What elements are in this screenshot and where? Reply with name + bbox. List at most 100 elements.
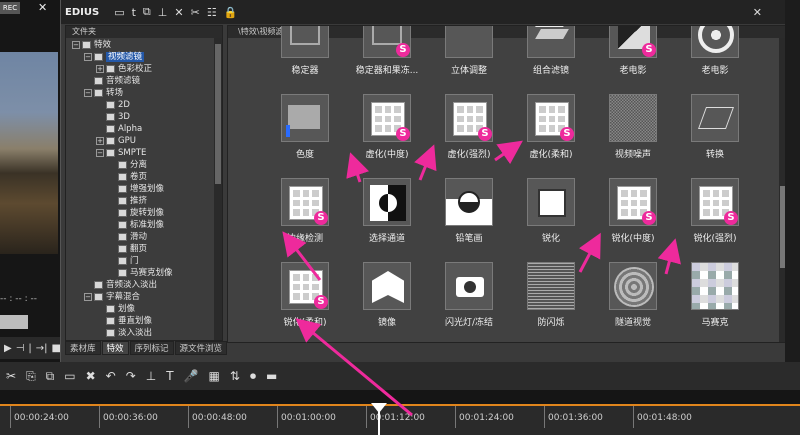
expand-icon[interactable]: + bbox=[96, 64, 104, 73]
effect-label: 锐化(柔和) bbox=[283, 318, 327, 328]
effect-item[interactable]: S 锐化(柔和) bbox=[265, 262, 345, 342]
tree-item[interactable]: 旋转划像 bbox=[108, 207, 164, 219]
tree-item[interactable]: 马赛克划像 bbox=[108, 267, 173, 279]
timeline-ruler[interactable]: 00:00:24:00 00:00:36:00 00:00:48:00 00:01:0… bbox=[0, 404, 800, 435]
timeline-tool-icon[interactable]: ▬ bbox=[266, 369, 277, 383]
effect-item[interactable]: 铅笔画 bbox=[429, 178, 509, 258]
tree-item[interactable]: − 转场 bbox=[84, 87, 123, 99]
mark-in-icon[interactable]: ⊣ bbox=[16, 343, 25, 354]
timeline-tool-icon[interactable]: ⏺ bbox=[250, 369, 256, 384]
effect-item[interactable]: 镜像 bbox=[347, 262, 427, 342]
effect-item[interactable]: 视频噪声 bbox=[593, 94, 673, 174]
effect-label: 老电影 bbox=[619, 66, 647, 76]
text-icon[interactable]: t bbox=[132, 6, 136, 19]
tab[interactable]: 序列标记 bbox=[129, 341, 174, 355]
effect-label: 选择通道 bbox=[368, 234, 405, 244]
timeline-tool-icon[interactable]: 🎤 bbox=[184, 369, 199, 383]
effect-item[interactable]: 3D 立体调整 bbox=[429, 26, 509, 90]
timeline-tool-icon[interactable]: ▭ bbox=[64, 369, 75, 383]
tab[interactable]: 源文件浏览 bbox=[174, 341, 228, 355]
effect-item[interactable]: 稳定器 bbox=[265, 26, 345, 90]
effect-item[interactable]: S 虚化(中度) bbox=[347, 94, 427, 174]
timeline-tool-icon[interactable]: ✖ bbox=[86, 369, 96, 383]
timeline-strip bbox=[0, 390, 800, 404]
folder-scroll-thumb[interactable] bbox=[215, 44, 221, 184]
tree-item[interactable]: − 字幕混合 bbox=[84, 291, 140, 303]
collapse-icon[interactable]: − bbox=[84, 292, 92, 301]
close-icon[interactable]: ✕ bbox=[753, 6, 762, 19]
lock-icon[interactable]: 🔒 bbox=[224, 6, 238, 19]
import-icon[interactable]: ⊥ bbox=[158, 6, 168, 19]
tree-item[interactable]: − 特效 bbox=[72, 39, 111, 51]
tree-item[interactable]: 3D bbox=[96, 111, 130, 123]
preview-slider[interactable] bbox=[0, 315, 28, 329]
expand-icon[interactable]: + bbox=[96, 136, 104, 145]
tree-item[interactable]: 音频淡入淡出 bbox=[84, 279, 157, 291]
collapse-icon[interactable]: − bbox=[84, 52, 92, 61]
tree-item[interactable]: − SMPTE bbox=[96, 147, 146, 159]
folder-icon bbox=[118, 208, 127, 217]
tree-item[interactable]: Alpha bbox=[96, 123, 142, 135]
effect-item[interactable]: S 锐化(中度) bbox=[593, 178, 673, 258]
timeline-tool-icon[interactable]: ⎘ bbox=[26, 369, 36, 384]
tree-item[interactable]: 翻页 bbox=[108, 243, 147, 255]
effect-item[interactable]: S 稳定器和果冻... bbox=[347, 26, 427, 90]
effect-item[interactable]: S 锐化(强烈) bbox=[675, 178, 755, 258]
timeline-tool-icon[interactable]: ⇅ bbox=[230, 369, 240, 383]
collapse-icon[interactable]: − bbox=[72, 40, 80, 49]
folder-pane-header: 文件夹 bbox=[66, 26, 222, 38]
effect-item[interactable]: 防闪烁 bbox=[511, 262, 591, 342]
cut-icon[interactable]: ✂ bbox=[191, 6, 200, 19]
tree-item[interactable]: + 色彩校正 bbox=[96, 63, 152, 75]
timeline-tool-icon[interactable]: ⧉ bbox=[46, 369, 55, 384]
timeline-tool-icon[interactable]: ▦ bbox=[209, 369, 220, 383]
effect-item[interactable]: 隧道视觉 bbox=[593, 262, 673, 342]
tree-item[interactable]: 音频滤镜 bbox=[84, 75, 140, 87]
close-icon[interactable]: ✕ bbox=[38, 2, 52, 14]
tree-item[interactable]: 垂直划像 bbox=[96, 315, 152, 327]
grid-icon[interactable]: ☷ bbox=[207, 6, 217, 19]
timeline-tool-icon[interactable]: ⊥ bbox=[146, 369, 156, 383]
tree-item[interactable]: 2D bbox=[96, 99, 130, 111]
effect-item[interactable]: 选择通道 bbox=[347, 178, 427, 258]
tree-item[interactable]: 淡入淡出 bbox=[96, 327, 152, 339]
effect-item[interactable]: 闪光灯/冻结 bbox=[429, 262, 509, 342]
chroma-icon bbox=[281, 94, 329, 142]
collapse-icon[interactable]: − bbox=[96, 148, 104, 157]
folder-icon[interactable]: ▭ bbox=[114, 6, 124, 19]
tree-item[interactable]: 划像 bbox=[96, 303, 135, 315]
timeline-tool-icon[interactable]: ↷ bbox=[126, 369, 136, 383]
next-icon[interactable]: →| bbox=[36, 343, 48, 354]
folder-icon bbox=[94, 76, 103, 85]
effect-item[interactable]: 锐化 bbox=[511, 178, 591, 258]
tree-item[interactable]: 门 bbox=[108, 255, 139, 267]
playhead-handle-icon[interactable] bbox=[371, 403, 387, 413]
timeline-tool-icon[interactable]: ↶ bbox=[106, 369, 116, 383]
tree-item[interactable]: 滑动 bbox=[108, 231, 147, 243]
timeline-tool-icon[interactable]: T bbox=[166, 369, 173, 383]
delete-icon[interactable]: ✕ bbox=[174, 6, 183, 19]
effect-item[interactable]: 老电影 bbox=[675, 26, 755, 90]
tree-item[interactable]: 标准划像 bbox=[108, 219, 164, 231]
effect-item[interactable]: S 虚化(柔和) bbox=[511, 94, 591, 174]
tab[interactable]: 特效 bbox=[101, 341, 129, 355]
effect-item[interactable]: S 老电影 bbox=[593, 26, 673, 90]
effect-item[interactable]: 马赛克 bbox=[675, 262, 755, 342]
effect-item[interactable]: S 边缘检测 bbox=[265, 178, 345, 258]
tree-item[interactable]: 推挤 bbox=[108, 195, 147, 207]
timeline-tool-icon[interactable]: ✂ bbox=[6, 369, 16, 383]
effect-item[interactable]: 组合滤镜 bbox=[511, 26, 591, 90]
effect-item[interactable]: 转换 bbox=[675, 94, 755, 174]
effect-item[interactable]: S 虚化(强烈) bbox=[429, 94, 509, 174]
play-icon[interactable]: ▶ bbox=[4, 343, 12, 354]
tree-item[interactable]: 卷页 bbox=[108, 171, 147, 183]
tree-item[interactable]: 增强划像 bbox=[108, 183, 164, 195]
effect-item[interactable]: 色度 bbox=[265, 94, 345, 174]
folder-icon bbox=[118, 268, 127, 277]
copy-icon[interactable]: ⧉ bbox=[143, 5, 151, 19]
tree-item[interactable]: − 视频滤镜 bbox=[84, 51, 145, 63]
tree-item[interactable]: 分离 bbox=[108, 159, 147, 171]
collapse-icon[interactable]: − bbox=[84, 88, 92, 97]
tree-item[interactable]: + GPU bbox=[96, 135, 136, 147]
tab[interactable]: 素材库 bbox=[65, 341, 101, 355]
